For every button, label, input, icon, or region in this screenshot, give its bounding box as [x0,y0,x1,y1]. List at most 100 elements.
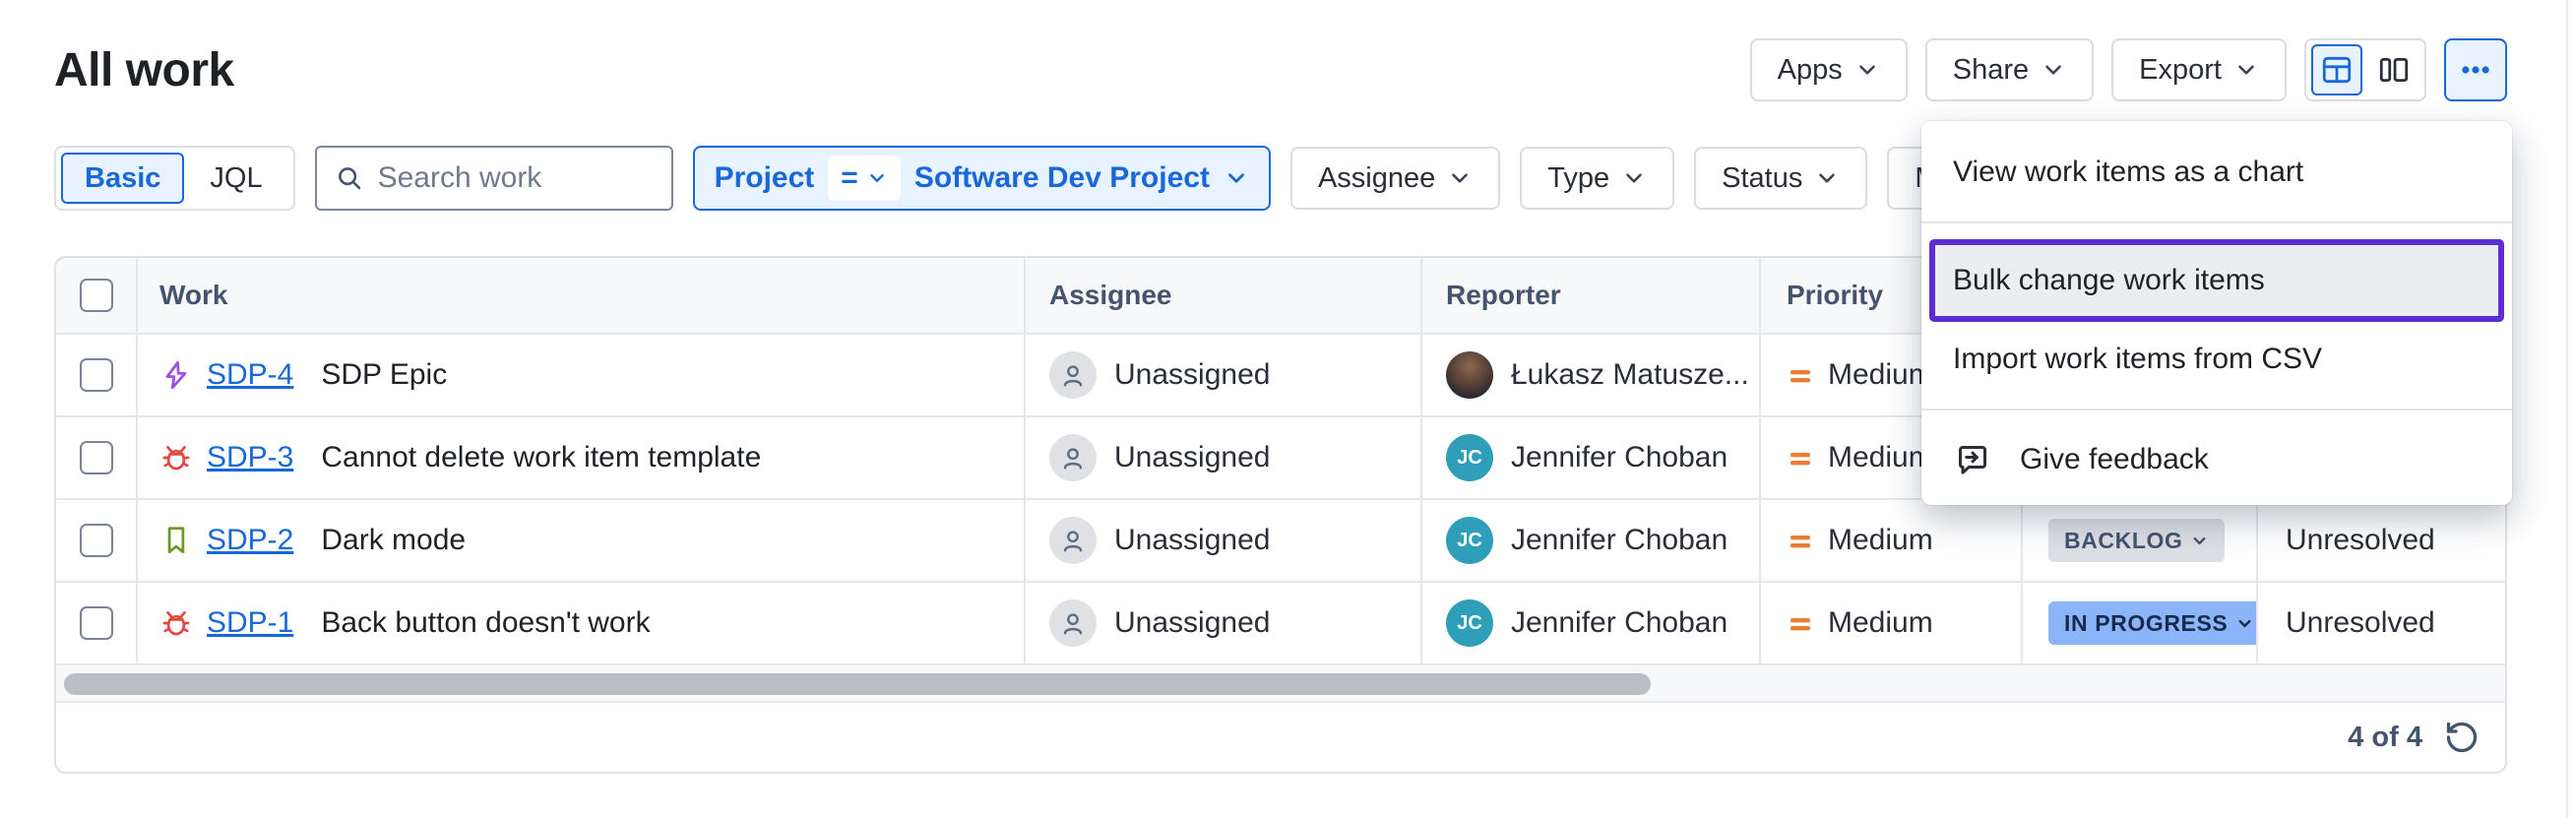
assignee-name: Unassigned [1114,606,1270,640]
type-filter-label: Type [1547,162,1609,195]
status-badge[interactable]: BACKLOG [2048,519,2225,562]
reporter-name: Jennifer Choban [1511,606,1728,640]
all-work-page: All work Apps Share Export [0,0,2576,818]
priority-label: Medium [1828,606,1933,640]
page-header: All work Apps Share Export [54,37,2507,102]
work-item-key-link[interactable]: SDP-3 [207,441,293,474]
row-select-cell [56,583,138,663]
menu-item-bulk-change[interactable]: Bulk change work items [1929,239,2504,322]
work-column-header[interactable]: Work [138,258,1026,333]
reporter-name: Jennifer Choban [1511,441,1728,474]
project-filter-operator[interactable]: = [828,156,901,201]
person-icon [1058,360,1088,390]
row-checkbox[interactable] [80,441,113,474]
reporter-header-label: Reporter [1446,280,1561,311]
reporter-cell: JC Jennifer Choban [1422,583,1761,663]
bug-icon [159,606,193,640]
work-item-summary: Dark mode [321,524,466,557]
table-view-toggle[interactable] [2311,44,2362,95]
chevron-down-icon [866,167,888,189]
share-button-label: Share [1953,54,2029,87]
horizontal-scrollbar-track [56,665,2505,703]
basic-mode-button[interactable]: Basic [61,153,184,204]
work-item-key-link[interactable]: SDP-1 [207,606,293,640]
unassigned-avatar [1049,599,1097,647]
row-checkbox[interactable] [80,358,113,392]
bug-icon [159,441,193,474]
assignee-filter-label: Assignee [1318,162,1435,195]
reporter-avatar [1446,351,1493,399]
select-all-cell [56,258,138,333]
status-badge-label: BACKLOG [2064,528,2182,554]
priority-header-label: Priority [1787,280,1883,311]
work-cell: SDP-4 SDP Epic [138,335,1026,415]
right-edge-divider [2566,0,2568,818]
refresh-icon[interactable] [2444,720,2480,755]
export-button-label: Export [2139,54,2222,87]
chevron-down-icon [2041,57,2066,83]
person-icon [1058,526,1088,555]
horizontal-scrollbar-thumb[interactable] [64,673,1651,695]
status-cell: BACKLOG [2023,500,2258,581]
unassigned-avatar [1049,351,1097,399]
share-button[interactable]: Share [1925,38,2094,101]
work-cell: SDP-1 Back button doesn't work [138,583,1026,663]
work-item-key-link[interactable]: SDP-2 [207,524,293,557]
row-checkbox[interactable] [80,524,113,557]
resolution-cell: Unresolved [2258,583,2505,663]
chevron-down-icon [2233,57,2259,83]
search-box [315,146,673,211]
chevron-down-icon [2190,532,2209,550]
assignee-header-label: Assignee [1049,280,1172,311]
status-filter-button[interactable]: Status [1694,147,1867,210]
reporter-avatar: JC [1446,434,1493,481]
apps-button[interactable]: Apps [1750,38,1908,101]
menu-item-import-csv[interactable]: Import work items from CSV [1921,326,2512,393]
give-feedback-label: Give feedback [2020,443,2209,476]
assignee-column-header[interactable]: Assignee [1026,258,1422,333]
detail-view-toggle[interactable] [2368,44,2419,95]
project-filter-value: Software Dev Project [914,161,1210,195]
item-count: 4 of 4 [2348,722,2422,754]
type-filter-button[interactable]: Type [1520,147,1674,210]
priority-label: Medium [1828,358,1933,392]
unassigned-avatar [1049,434,1097,481]
project-filter-field: Project [715,161,815,195]
select-all-checkbox[interactable] [80,279,113,312]
project-filter-chip[interactable]: Project = Software Dev Project [693,146,1271,211]
work-item-key-link[interactable]: SDP-4 [207,358,293,392]
jql-mode-button[interactable]: JQL [184,162,287,195]
assignee-filter-button[interactable]: Assignee [1290,147,1500,210]
reporter-column-header[interactable]: Reporter [1422,258,1761,333]
assignee-cell: Unassigned [1026,417,1422,498]
detail-view-icon [2377,53,2411,87]
unassigned-avatar [1049,517,1097,564]
priority-medium-icon [1787,361,1814,389]
table-view-icon [2320,53,2354,87]
search-icon [335,163,364,193]
priority-medium-icon [1787,527,1814,554]
chevron-down-icon [1224,165,1249,191]
status-badge[interactable]: IN PROGRESS [2048,601,2258,645]
table-footer: 4 of 4 [56,703,2505,772]
chevron-down-icon [1621,165,1647,191]
menu-item-view-chart[interactable]: View work items as a chart [1921,139,2512,206]
menu-item-give-feedback[interactable]: Give feedback [1921,426,2512,493]
status-filter-label: Status [1722,162,1802,195]
row-select-cell [56,335,138,415]
work-cell: SDP-2 Dark mode [138,500,1026,581]
row-checkbox[interactable] [80,606,113,640]
table-row: SDP-1 Back button doesn't work Unassigne… [56,583,2505,665]
row-select-cell [56,500,138,581]
assignee-name: Unassigned [1114,524,1270,557]
search-input[interactable] [378,161,624,195]
priority-cell: Medium [1761,500,2023,581]
assignee-cell: Unassigned [1026,500,1422,581]
status-cell: IN PROGRESS [2023,583,2258,663]
more-actions-menu: View work items as a chart Bulk change w… [1921,121,2512,505]
more-actions-button[interactable] [2444,38,2507,101]
export-button[interactable]: Export [2111,38,2287,101]
priority-label: Medium [1828,524,1933,557]
reporter-avatar: JC [1446,517,1493,564]
reporter-cell: JC Jennifer Choban [1422,500,1761,581]
